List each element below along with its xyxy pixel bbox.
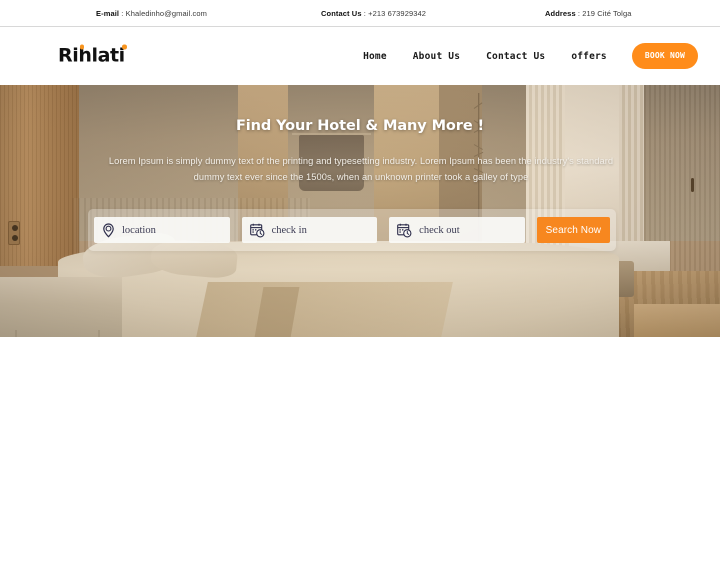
topbar-address-label: Address — [545, 8, 576, 18]
location-placeholder: location — [122, 224, 156, 236]
hero-section: Find Your Hotel & Many More ! Lorem Ipsu… — [0, 85, 720, 337]
topbar-email: E-mail : Khaledinho@gmail.com — [96, 9, 207, 18]
check-in-field[interactable]: check in — [241, 217, 378, 243]
calendar-clock-icon — [397, 223, 412, 238]
topbar-address: Address : 219 Cité Tolga — [545, 9, 631, 18]
nav-item-contact-us[interactable]: Contact Us — [473, 51, 558, 62]
nav-item-about-us[interactable]: About Us — [400, 51, 473, 62]
top-contact-bar: E-mail : Khaledinho@gmail.com Contact Us… — [0, 0, 720, 27]
brand-logo[interactable]: Rihlati — [58, 44, 127, 67]
topbar-address-value: : 219 Cité Tolga — [575, 8, 632, 18]
check-out-field[interactable]: check out — [389, 217, 525, 243]
topbar-contact-label: Contact Us — [321, 8, 362, 18]
hero-subtitle: Lorem Ipsum is simply dummy text of the … — [108, 156, 614, 182]
topbar-contact: Contact Us : +213 673929342 — [321, 9, 426, 18]
logo-dot-icon — [122, 44, 127, 49]
hotel-search-bar: location check in check out Search Now — [88, 209, 616, 251]
page-content-area — [0, 337, 720, 571]
book-now-button[interactable]: BOOK NOW — [631, 43, 698, 69]
check-in-placeholder: check in — [271, 224, 307, 236]
location-field[interactable]: location — [94, 217, 230, 243]
topbar-contact-value: : +213 673929342 — [361, 8, 427, 18]
nav-item-home[interactable]: Home — [350, 51, 400, 62]
hero-title: Find Your Hotel & Many More ! — [235, 118, 485, 134]
brand-logo-text: Rihlati — [58, 44, 125, 67]
site-header: Rihlati Home About Us Contact Us offers … — [0, 27, 720, 85]
search-now-button[interactable]: Search Now — [536, 217, 611, 243]
check-out-placeholder: check out — [419, 224, 460, 236]
topbar-email-label: E-mail — [96, 8, 120, 18]
calendar-clock-icon — [249, 223, 265, 238]
main-navigation: Home About Us Contact Us offers BOOK NOW — [350, 43, 698, 69]
logo-dot-icon — [79, 44, 84, 49]
location-pin-icon — [102, 222, 115, 238]
topbar-email-value: : Khaledinho@gmail.com — [119, 8, 207, 18]
nav-item-offers[interactable]: offers — [558, 51, 620, 62]
